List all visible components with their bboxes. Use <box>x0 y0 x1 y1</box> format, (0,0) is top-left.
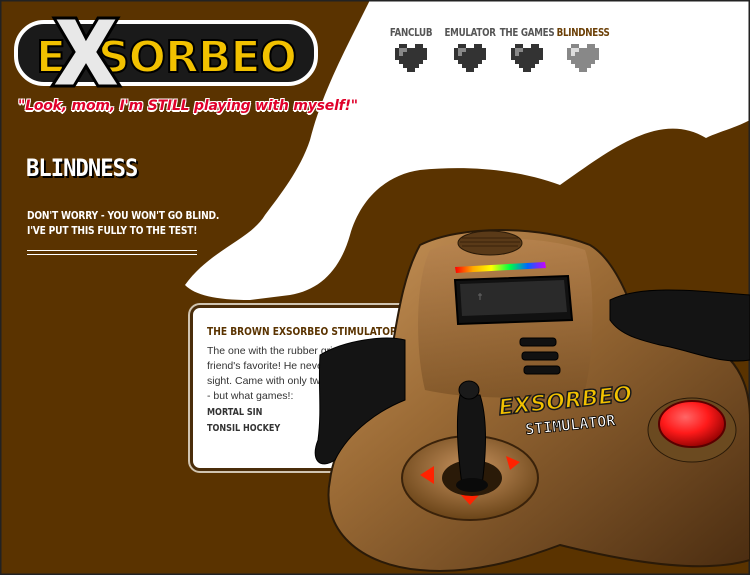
page-stage: EXSORBEO "Look, mom, I'm STILL playing w… <box>0 0 750 575</box>
stimulator-controller-image: EXSORBEO STIMULATOR <box>314 229 750 572</box>
